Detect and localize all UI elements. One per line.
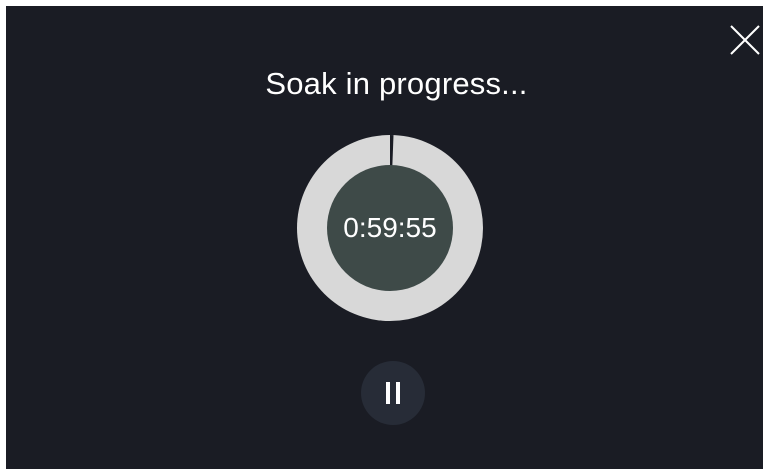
pause-icon: [384, 382, 402, 404]
close-button[interactable]: [728, 23, 762, 57]
countdown-timer: 0:59:55: [292, 130, 488, 326]
time-remaining: 0:59:55: [343, 212, 437, 243]
soak-dialog: Soak in progress... 0:59:55: [6, 6, 763, 469]
pause-button[interactable]: [361, 361, 425, 425]
dialog-title: Soak in progress...: [265, 66, 528, 101]
pause-bar-left: [386, 382, 390, 404]
pause-bar-right: [396, 382, 400, 404]
close-icon: [730, 25, 760, 55]
